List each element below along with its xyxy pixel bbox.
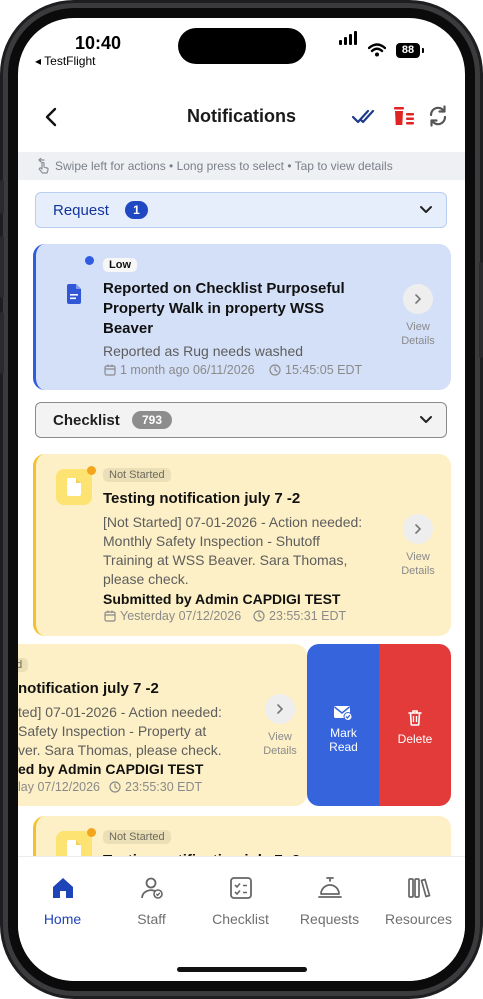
unread-dot — [87, 828, 96, 837]
action-button — [0, 180, 4, 214]
calendar-icon — [104, 610, 116, 622]
service-bell-icon — [318, 877, 342, 898]
section-label: Checklist — [53, 412, 120, 429]
checklist-icon — [230, 877, 252, 899]
checklist-doc-icon — [56, 469, 92, 505]
staff-icon — [141, 877, 163, 899]
notification-card-swiped[interactable]: ed notification july 7 -2 ted] 07-01-202… — [18, 644, 307, 806]
unread-dot — [85, 256, 94, 265]
status-badge: ed — [18, 658, 29, 672]
home-icon — [53, 878, 73, 898]
clock-icon — [253, 610, 265, 622]
clock-icon — [269, 364, 281, 376]
tab-label: Checklist — [212, 911, 269, 927]
notification-time: 23:55:31 EDT — [269, 609, 347, 623]
tab-label: Resources — [385, 911, 452, 927]
side-button — [479, 262, 483, 358]
battery-indicator: 88 — [396, 43, 420, 58]
notification-title: Testing notification july 7 -2 — [103, 490, 301, 507]
chevron-right-icon — [415, 294, 422, 304]
chevron-right-icon — [277, 704, 284, 714]
battery-tip — [422, 48, 424, 53]
delete-button[interactable]: Delete — [379, 644, 451, 806]
notification-title: notification july 7 -2 — [18, 680, 159, 697]
unread-dot — [87, 466, 96, 475]
chevron-down-icon — [420, 206, 432, 213]
notification-date: 1 month ago 06/11/2026 — [120, 363, 255, 377]
notification-date: lay 07/12/2026 — [18, 780, 101, 794]
dynamic-island — [178, 28, 306, 64]
clock-icon — [109, 781, 121, 793]
view-details-button[interactable]: View Details — [393, 284, 443, 348]
notification-card-checklist[interactable]: Not Started Testing notification july 7 … — [33, 454, 451, 636]
notification-time: 15:45:05 EDT — [285, 363, 363, 377]
hint-text: Swipe left for actions • Long press to s… — [55, 159, 393, 173]
mark-read-label: Mark Read — [329, 726, 358, 754]
notification-date: Yesterday 07/12/2026 — [120, 609, 242, 623]
view-details-button[interactable]: View Details — [393, 514, 443, 578]
volume-down-button — [0, 312, 4, 374]
refresh-icon[interactable] — [427, 104, 449, 128]
section-label: Request — [53, 202, 109, 219]
app-header: Notifications — [18, 98, 465, 138]
phone-frame: 10:40 ◂ TestFlight 88 Notifications Swip… — [0, 0, 483, 999]
status-badge: Not Started — [103, 830, 171, 844]
section-count-badge: 1 — [125, 201, 148, 219]
section-header-request[interactable]: Request 1 — [35, 192, 447, 228]
swipe-hint-bar: Swipe left for actions • Long press to s… — [18, 152, 465, 180]
delete-all-icon[interactable] — [391, 104, 417, 128]
status-badge: Not Started — [103, 468, 171, 482]
notification-description: [Not Started] 07-01-2026 - Action needed… — [103, 514, 363, 587]
notification-description: Reported as Rug needs washed — [103, 343, 304, 359]
trash-icon — [408, 710, 422, 726]
mail-check-icon — [334, 706, 353, 721]
priority-badge: Low — [103, 258, 137, 272]
volume-up-button — [0, 236, 4, 298]
section-count-badge: 793 — [132, 411, 172, 429]
back-to-app-link[interactable]: ◂ TestFlight — [35, 54, 96, 68]
wifi-icon — [368, 43, 386, 57]
tab-label: Home — [43, 911, 82, 927]
notification-time: 23:55:30 EDT — [125, 780, 203, 794]
submitted-by: ed by Admin CAPDIGI TEST — [18, 761, 204, 777]
chevron-right-icon — [415, 524, 422, 534]
document-icon — [67, 284, 81, 304]
tab-label: Requests — [299, 911, 360, 927]
home-indicator — [177, 967, 307, 972]
mark-read-button[interactable]: Mark Read — [307, 644, 380, 806]
notification-description: ted] 07-01-2026 - Action needed: Safety … — [18, 704, 222, 758]
status-bar: 10:40 ◂ TestFlight 88 — [18, 18, 465, 78]
section-header-checklist[interactable]: Checklist 793 — [35, 402, 447, 438]
chevron-down-icon — [420, 416, 432, 423]
screen: 10:40 ◂ TestFlight 88 Notifications Swip… — [18, 18, 465, 981]
notification-title: Reported on Checklist Purposeful Propert… — [103, 280, 345, 337]
submitted-by: Submitted by Admin CAPDIGI TEST — [103, 591, 341, 607]
mark-all-read-icon[interactable] — [351, 104, 377, 128]
books-icon — [408, 878, 431, 898]
swipe-hand-icon — [38, 158, 49, 174]
view-details-button[interactable]: View Details — [255, 694, 305, 758]
calendar-icon — [104, 364, 116, 376]
notification-card-request[interactable]: Low Reported on Checklist Purposeful Pro… — [33, 244, 451, 390]
delete-label: Delete — [397, 732, 433, 746]
tab-label: Staff — [137, 911, 166, 927]
bottom-tab-bar: Home Staff Checklist Requests Resources — [18, 856, 465, 981]
status-time: 10:40 — [75, 33, 122, 53]
